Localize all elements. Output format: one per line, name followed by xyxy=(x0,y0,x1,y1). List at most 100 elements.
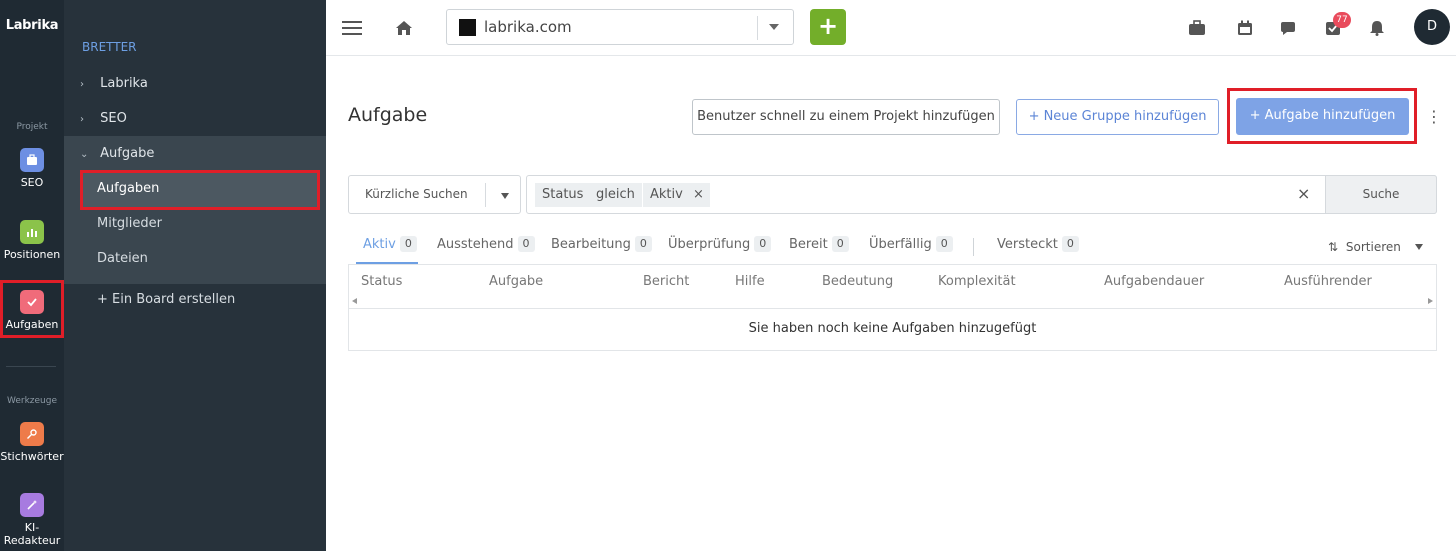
tab-label: Aktiv xyxy=(363,237,396,252)
chat-icon[interactable] xyxy=(1277,16,1301,40)
column-header-help[interactable]: Hilfe xyxy=(735,274,765,289)
chevron-right-icon: › xyxy=(80,114,84,125)
add-project-button[interactable]: + xyxy=(810,9,846,45)
sidebar-item-label: Labrika xyxy=(100,76,148,91)
rail-section-project: Projekt xyxy=(16,122,48,132)
new-group-button[interactable]: + Neue Gruppe hinzufügen xyxy=(1016,99,1219,135)
select-divider xyxy=(757,16,758,40)
column-header-assignee[interactable]: Ausführender xyxy=(1284,274,1372,289)
more-options-icon[interactable]: ⋮ xyxy=(1426,108,1442,128)
sidebar-item-aufgabe[interactable]: ⌄ Aufgabe xyxy=(64,136,326,171)
quick-add-user-button[interactable]: Benutzer schnell zu einem Projekt hinzuf… xyxy=(692,99,1000,135)
sidebar-item-label: Aufgabe xyxy=(100,146,155,161)
key-icon xyxy=(20,422,44,446)
rail-divider xyxy=(6,366,56,367)
recent-searches-select[interactable]: Kürzliche Suchen xyxy=(348,175,521,214)
filter-chip-value[interactable]: Aktiv × xyxy=(643,183,710,207)
boards-sidebar: BRETTER › Labrika › SEO ⌄ Aufgabe Aufgab… xyxy=(64,0,326,551)
rail-item-positions[interactable]: Positionen xyxy=(0,220,64,261)
filter-chip-value-label: Aktiv xyxy=(650,187,683,202)
sidebar-subitem-tasks[interactable]: Aufgaben xyxy=(80,170,320,210)
tab-review[interactable]: Überprüfung 0 xyxy=(668,236,772,264)
site-favicon xyxy=(459,19,476,36)
chevron-down-icon xyxy=(769,24,779,30)
rail-item-keywords[interactable]: Stichwörter xyxy=(0,422,64,463)
column-header-status[interactable]: Status xyxy=(361,274,402,289)
column-header-importance[interactable]: Bedeutung xyxy=(822,274,893,289)
tab-divider xyxy=(973,238,974,256)
notification-badge: 77 xyxy=(1333,12,1351,28)
sidebar-item-seo[interactable]: › SEO xyxy=(64,101,326,136)
add-task-button[interactable]: + Aufgabe hinzufügen xyxy=(1236,98,1409,135)
chevron-right-icon: › xyxy=(80,79,84,90)
rail-item-seo[interactable]: SEO xyxy=(0,148,64,189)
rail-item-label-line1: KI- xyxy=(24,521,40,534)
magic-wand-icon xyxy=(20,493,44,517)
tab-count: 0 xyxy=(754,236,772,252)
sort-label: Sortieren xyxy=(1345,240,1401,254)
column-header-complexity[interactable]: Komplexität xyxy=(938,274,1016,289)
tasks-table: Status Aufgabe Bericht Hilfe Bedeutung K… xyxy=(348,264,1437,351)
boards-header: BRETTER xyxy=(82,40,137,54)
page-title: Aufgabe xyxy=(348,104,428,126)
rail-section-tools: Werkzeuge xyxy=(6,396,58,406)
sidebar-item-labrika[interactable]: › Labrika xyxy=(64,66,326,101)
sidebar-subitem-members[interactable]: Mitglieder xyxy=(80,206,320,241)
app-logo[interactable]: Labrika xyxy=(0,18,64,33)
seo-icon xyxy=(20,148,44,172)
tab-count: 0 xyxy=(1061,236,1079,252)
column-header-report[interactable]: Bericht xyxy=(643,274,689,289)
sidebar-item-label: SEO xyxy=(100,111,127,126)
top-bar: labrika.com + 77 D xyxy=(326,0,1456,56)
chip-remove-icon[interactable]: × xyxy=(693,187,704,202)
scroll-right-icon[interactable] xyxy=(1428,298,1433,304)
chevron-down-icon: ⌄ xyxy=(80,149,89,160)
tab-count: 0 xyxy=(517,236,535,252)
filter-chip-operator[interactable]: gleich xyxy=(589,183,642,207)
scroll-left-icon[interactable] xyxy=(352,298,357,304)
sort-icon: ⇅ xyxy=(1328,240,1339,254)
calendar-icon[interactable] xyxy=(1233,16,1257,40)
rail-item-ai-editor[interactable]: KI- Redakteur xyxy=(0,493,64,547)
chart-icon xyxy=(20,220,44,244)
tab-hidden[interactable]: Versteckt 0 xyxy=(997,236,1079,264)
tab-count: 0 xyxy=(935,236,953,252)
user-avatar[interactable]: D xyxy=(1414,9,1450,45)
chevron-down-icon xyxy=(501,193,509,199)
tab-label: Bearbeitung xyxy=(551,237,631,252)
app-rail: Labrika Projekt SEO Positionen Aufgaben … xyxy=(0,0,64,551)
sidebar-subitem-files[interactable]: Dateien xyxy=(80,241,320,276)
filter-input[interactable]: Status gleich Aktiv × × Suche xyxy=(526,175,1437,214)
rail-item-tasks[interactable]: Aufgaben xyxy=(0,280,64,338)
rail-item-label: Aufgaben xyxy=(5,318,59,331)
recent-searches-label: Kürzliche Suchen xyxy=(365,187,468,201)
tab-label: Überprüfung xyxy=(668,237,751,252)
sort-button[interactable]: ⇅ Sortieren xyxy=(1328,240,1423,254)
clear-filter-icon[interactable]: × xyxy=(1297,184,1310,203)
tab-overdue[interactable]: Überfällig 0 xyxy=(869,236,953,264)
tab-count: 0 xyxy=(399,236,417,252)
project-select[interactable]: labrika.com xyxy=(446,9,794,45)
tab-active[interactable]: Aktiv 0 xyxy=(356,236,418,264)
briefcase-icon[interactable] xyxy=(1185,16,1209,40)
tab-count: 0 xyxy=(634,236,652,252)
rail-item-label-line2: Redakteur xyxy=(3,534,61,547)
rail-item-label: SEO xyxy=(20,176,44,189)
home-icon[interactable] xyxy=(392,16,416,40)
bell-icon[interactable] xyxy=(1365,16,1389,40)
hamburger-menu-icon[interactable] xyxy=(340,16,364,40)
tab-ready[interactable]: Bereit 0 xyxy=(789,236,849,264)
create-board-link[interactable]: + Ein Board erstellen xyxy=(97,292,235,307)
tab-label: Überfällig xyxy=(869,237,932,252)
search-button[interactable]: Suche xyxy=(1325,175,1437,214)
tab-in-progress[interactable]: Bearbeitung 0 xyxy=(551,236,652,264)
checkmark-icon xyxy=(20,290,44,314)
column-header-duration[interactable]: Aufgabendauer xyxy=(1104,274,1204,289)
tab-pending[interactable]: Ausstehend 0 xyxy=(437,236,535,264)
rail-item-label: Positionen xyxy=(3,248,61,261)
filter-chip-field[interactable]: Status xyxy=(535,183,591,207)
chevron-down-icon xyxy=(1414,244,1423,250)
column-header-task[interactable]: Aufgabe xyxy=(489,274,543,289)
select-divider xyxy=(485,183,486,207)
empty-state-message: Sie haben noch keine Aufgaben hinzugefüg… xyxy=(748,321,1037,336)
